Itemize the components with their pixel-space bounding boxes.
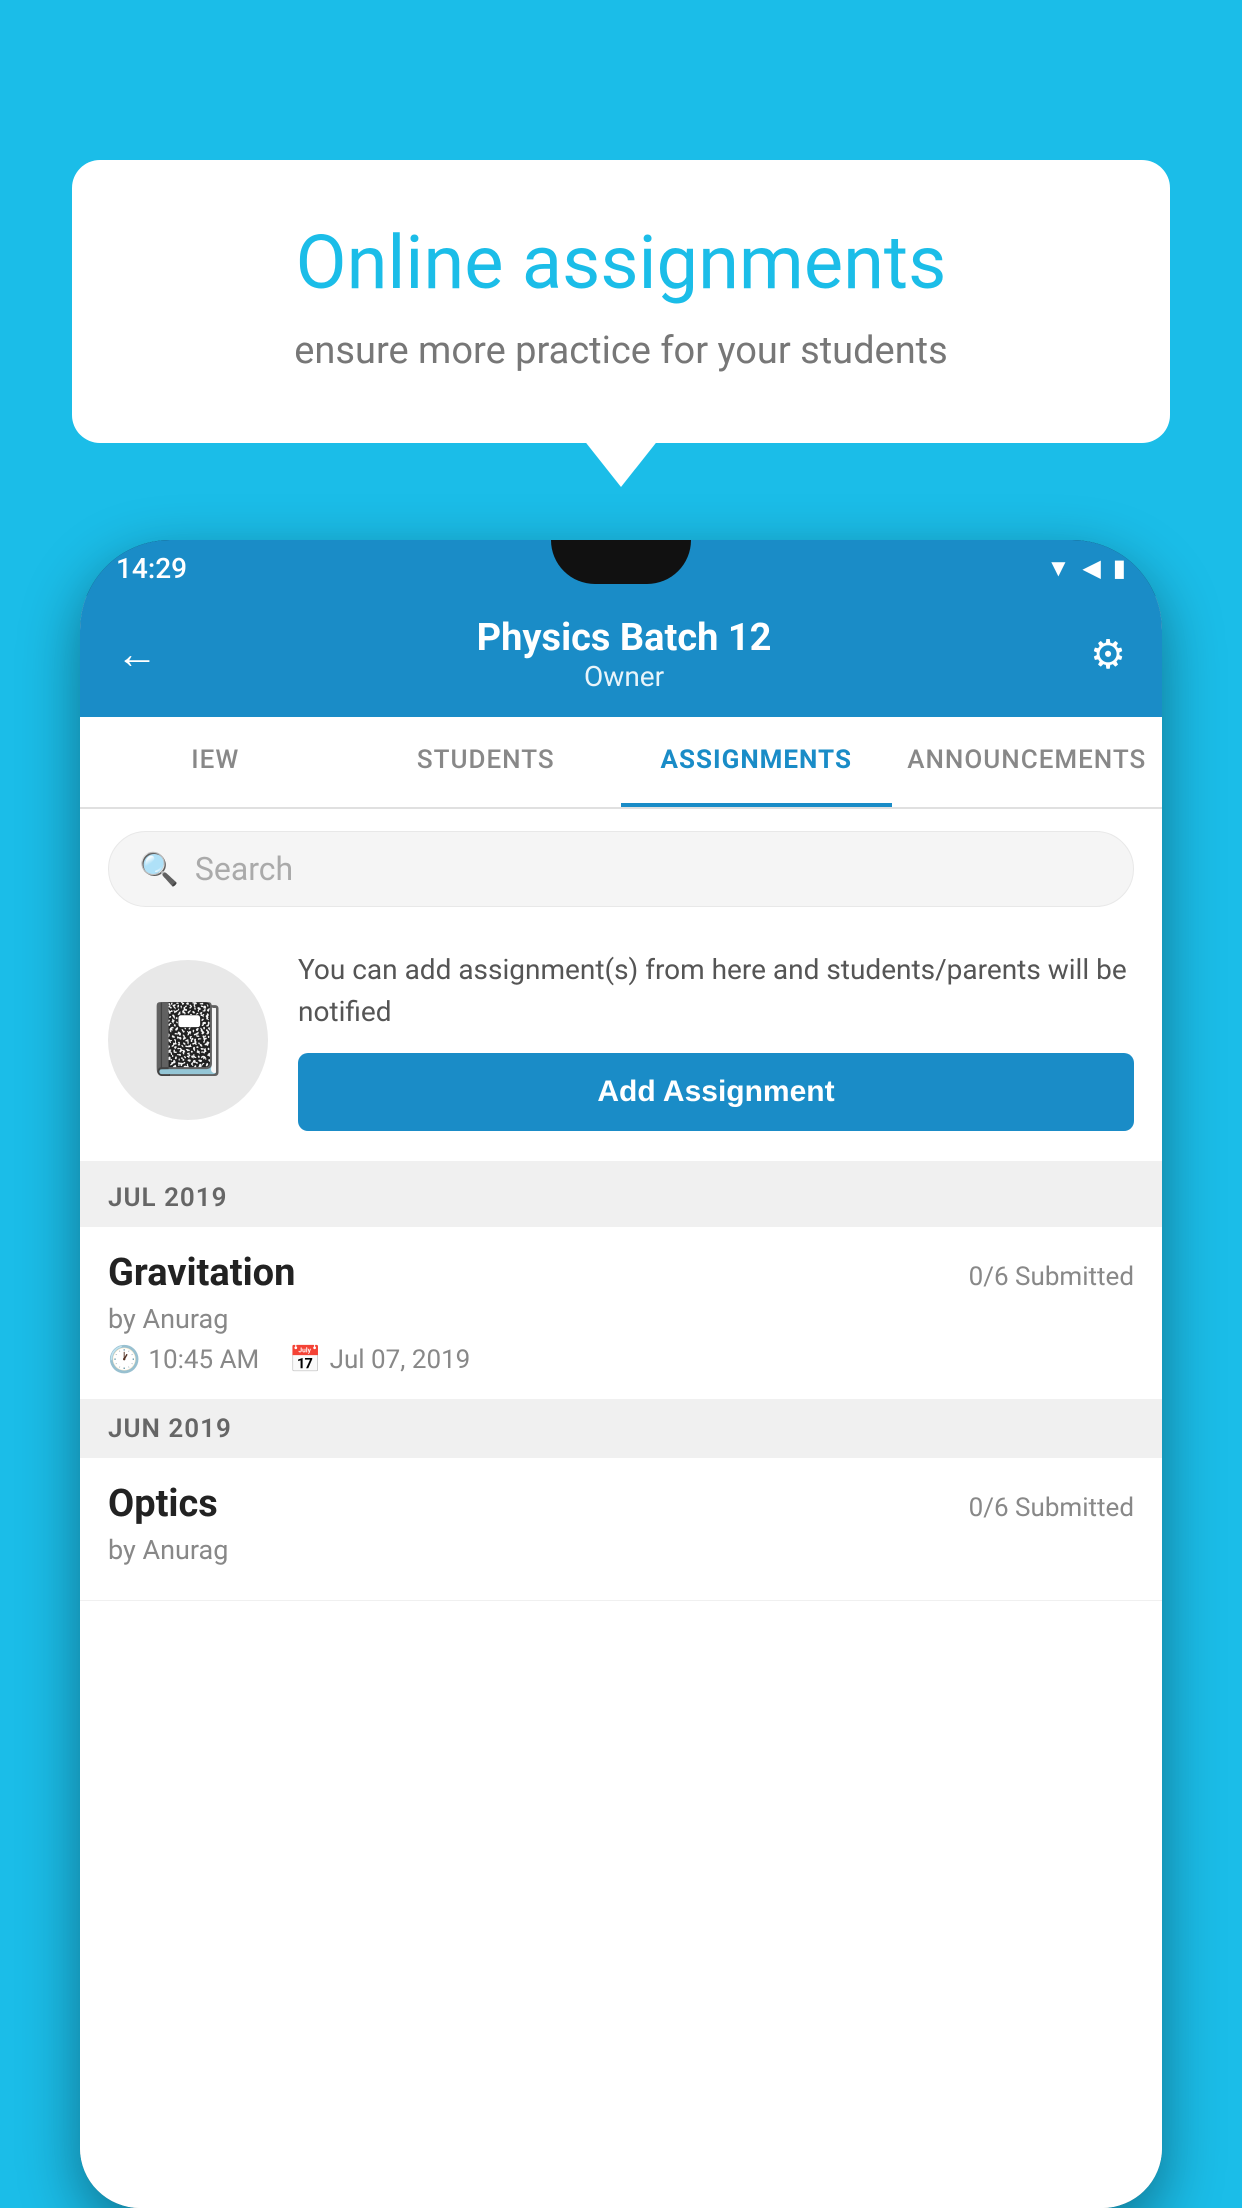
tabs: IEW STUDENTS ASSIGNMENTS ANNOUNCEMENTS [80,717,1162,809]
assignment-name-gravitation: Gravitation [108,1251,295,1295]
back-button[interactable]: ← [116,630,158,679]
speech-bubble-subtitle: ensure more practice for your students [132,329,1110,373]
assignment-row1-optics: Optics 0/6 Submitted [108,1482,1134,1526]
search-bar[interactable]: 🔍 Search [108,831,1134,907]
status-icons: ▼ ◀ ▮ [1047,554,1126,583]
promo-icon-circle: 📓 [108,960,268,1120]
assignment-date-gravitation: 📅 Jul 07, 2019 [289,1345,470,1375]
promo-right: You can add assignment(s) from here and … [298,949,1134,1131]
assignment-submitted-gravitation: 0/6 Submitted [969,1262,1134,1292]
header-subtitle: Owner [477,660,772,693]
calendar-icon: 📅 [289,1345,321,1375]
assignment-author-gravitation: by Anurag [108,1303,1134,1335]
header-title: Physics Batch 12 [477,616,772,660]
tab-iew[interactable]: IEW [80,717,351,807]
header-center: Physics Batch 12 Owner [477,616,772,693]
app-header: ← Physics Batch 12 Owner ⚙ [80,596,1162,717]
section-header-jul: JUL 2019 [80,1169,1162,1227]
tab-students[interactable]: STUDENTS [351,717,622,807]
assignment-submitted-optics: 0/6 Submitted [969,1493,1134,1523]
search-icon: 🔍 [139,850,179,888]
add-assignment-button[interactable]: Add Assignment [298,1053,1134,1131]
content-area: 🔍 Search 📓 You can add assignment(s) fro… [80,809,1162,2208]
wifi-icon: ▼ [1047,554,1071,583]
assignment-item-optics[interactable]: Optics 0/6 Submitted by Anurag [80,1458,1162,1601]
settings-button[interactable]: ⚙ [1090,631,1126,678]
battery-icon: ▮ [1113,554,1126,582]
assignment-item-gravitation[interactable]: Gravitation 0/6 Submitted by Anurag 🕐 10… [80,1227,1162,1400]
signal-icon: ◀ [1082,554,1100,582]
assignment-name-optics: Optics [108,1482,218,1526]
assignment-time-gravitation: 🕐 10:45 AM [108,1345,259,1375]
status-bar: 14:29 ▼ ◀ ▮ [80,540,1162,596]
search-placeholder: Search [195,850,293,888]
speech-bubble-title: Online assignments [132,220,1110,309]
phone-screen: ← Physics Batch 12 Owner ⚙ IEW STUDENTS … [80,596,1162,2208]
assignment-row1: Gravitation 0/6 Submitted [108,1251,1134,1295]
tab-announcements[interactable]: ANNOUNCEMENTS [892,717,1163,807]
notebook-icon: 📓 [144,999,231,1081]
section-header-jun: JUN 2019 [80,1400,1162,1458]
tab-assignments[interactable]: ASSIGNMENTS [621,717,892,807]
clock-icon: 🕐 [108,1345,140,1375]
speech-bubble: Online assignments ensure more practice … [72,160,1170,443]
phone-notch [551,540,691,584]
assignment-author-optics: by Anurag [108,1534,1134,1566]
promo-text: You can add assignment(s) from here and … [298,949,1134,1033]
add-assignment-promo: 📓 You can add assignment(s) from here an… [80,929,1162,1169]
status-time: 14:29 [116,552,187,585]
phone-frame: 14:29 ▼ ◀ ▮ ← Physics Batch 12 Owner ⚙ I… [80,540,1162,2208]
assignment-meta-gravitation: 🕐 10:45 AM 📅 Jul 07, 2019 [108,1345,1134,1375]
